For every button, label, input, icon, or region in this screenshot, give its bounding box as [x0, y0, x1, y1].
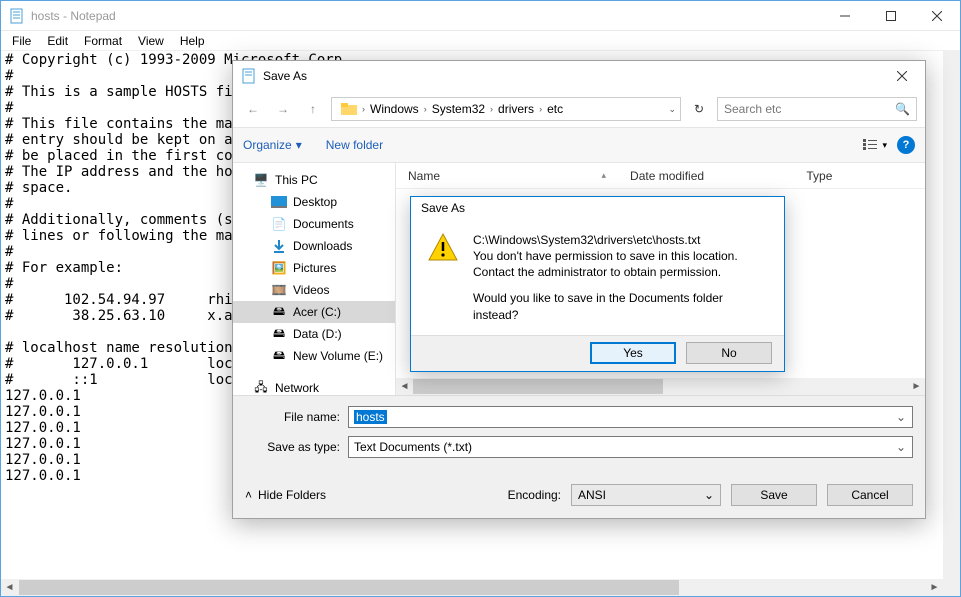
close-button[interactable]	[914, 1, 960, 30]
cancel-button[interactable]: Cancel	[827, 484, 913, 506]
tree-downloads[interactable]: Downloads	[233, 235, 395, 257]
menu-view[interactable]: View	[131, 32, 171, 50]
downloads-icon	[271, 238, 287, 254]
perm-path: C:\Windows\System32\drivers\etc\hosts.tx…	[473, 232, 768, 248]
perm-title: Save As	[411, 197, 784, 220]
search-placeholder: Search etc	[724, 102, 781, 116]
drive-icon: 🖴	[271, 326, 287, 342]
menu-edit[interactable]: Edit	[40, 32, 75, 50]
organize-button[interactable]: Organize ▾	[243, 138, 302, 152]
drive-icon: 🖴	[271, 304, 287, 320]
saveas-toolbar: Organize ▾ New folder ▾ ?	[233, 127, 925, 163]
tree-desktop[interactable]: Desktop	[233, 191, 395, 213]
saveas-bottom: File name: hosts Save as type: Text Docu…	[233, 395, 925, 518]
perm-line3: Would you like to save in the Documents …	[473, 290, 768, 322]
desktop-icon	[271, 194, 287, 210]
notepad-title: hosts - Notepad	[31, 9, 116, 23]
videos-icon: 🎞️	[271, 282, 287, 298]
saveas-close-button[interactable]	[879, 62, 925, 91]
path-segment[interactable]: drivers	[493, 102, 539, 116]
saveas-navbar: ← → ↑ › Windows› System32› drivers› etc …	[233, 91, 925, 127]
saveas-title: Save As	[263, 69, 307, 83]
tree-videos[interactable]: 🎞️Videos	[233, 279, 395, 301]
chevron-down-icon: ▾	[296, 138, 302, 152]
sort-indicator-icon: ▴	[602, 170, 607, 181]
new-folder-button[interactable]: New folder	[326, 138, 383, 152]
search-icon: 🔍	[895, 102, 910, 116]
no-button[interactable]: No	[686, 342, 772, 364]
nav-forward-button[interactable]: →	[271, 97, 295, 121]
vertical-scrollbar[interactable]	[943, 51, 960, 579]
hide-folders-button[interactable]: ˄Hide Folders	[245, 488, 326, 502]
pc-icon: 🖥️	[253, 172, 269, 188]
path-segment[interactable]: etc	[542, 102, 568, 116]
perm-message: C:\Windows\System32\drivers\etc\hosts.tx…	[473, 232, 768, 323]
minimize-button[interactable]	[822, 1, 868, 30]
filename-label: File name:	[245, 410, 340, 424]
path-segment[interactable]: Windows	[365, 102, 424, 116]
menu-file[interactable]: File	[5, 32, 38, 50]
scroll-right-icon[interactable]: ►	[908, 378, 925, 395]
perm-line1: You don't have permission to save in thi…	[473, 248, 768, 264]
chevron-up-icon: ˄	[245, 488, 252, 502]
col-date[interactable]: Date modified	[618, 169, 794, 183]
help-button[interactable]: ?	[897, 136, 915, 154]
tree-this-pc[interactable]: 🖥️This PC	[233, 169, 395, 191]
column-headers: Name▴ Date modified Type	[396, 163, 925, 189]
scroll-left-icon[interactable]: ◄	[396, 378, 413, 395]
encoding-label: Encoding:	[508, 488, 561, 502]
network-icon: 🖧	[253, 380, 269, 395]
folder-tree: 🖥️This PC Desktop 📄Documents Downloads 🖼…	[233, 163, 396, 395]
search-input[interactable]: Search etc 🔍	[717, 97, 917, 121]
notepad-menubar: File Edit Format View Help	[1, 31, 960, 51]
nav-back-button[interactable]: ←	[241, 97, 265, 121]
menu-help[interactable]: Help	[173, 32, 212, 50]
tree-network[interactable]: 🖧Network	[233, 377, 395, 395]
saveastype-select[interactable]: Text Documents (*.txt)	[348, 436, 913, 458]
refresh-button[interactable]: ↻	[687, 97, 711, 121]
pictures-icon: 🖼️	[271, 260, 287, 276]
filename-input[interactable]: hosts	[348, 406, 913, 428]
tree-data-d[interactable]: 🖴Data (D:)	[233, 323, 395, 345]
chevron-down-icon[interactable]: ⌄	[668, 104, 676, 115]
address-bar[interactable]: › Windows› System32› drivers› etc ⌄	[331, 97, 681, 121]
encoding-select[interactable]: ANSI	[571, 484, 721, 506]
scroll-thumb[interactable]	[19, 580, 679, 595]
notepad-icon	[9, 8, 25, 24]
scroll-right-icon[interactable]: ►	[926, 579, 943, 596]
perm-line2: Contact the administrator to obtain perm…	[473, 264, 768, 280]
scroll-corner	[943, 579, 960, 596]
documents-icon: 📄	[271, 216, 287, 232]
tree-newvol-e[interactable]: 🖴New Volume (E:)	[233, 345, 395, 367]
drive-icon: 🖴	[271, 348, 287, 364]
warning-icon	[427, 232, 459, 264]
tree-acer-c[interactable]: 🖴Acer (C:)	[233, 301, 395, 323]
col-name[interactable]: Name▴	[396, 169, 618, 183]
saveastype-label: Save as type:	[245, 440, 340, 454]
path-segment[interactable]: System32	[427, 102, 490, 116]
nav-up-button[interactable]: ↑	[301, 97, 325, 121]
scroll-thumb[interactable]	[413, 379, 663, 394]
notepad-titlebar: hosts - Notepad	[1, 1, 960, 31]
notepad-icon	[241, 68, 257, 84]
tree-documents[interactable]: 📄Documents	[233, 213, 395, 235]
save-button[interactable]: Save	[731, 484, 817, 506]
menu-format[interactable]: Format	[77, 32, 129, 50]
folder-icon	[336, 102, 362, 116]
scroll-left-icon[interactable]: ◄	[1, 579, 18, 596]
permission-dialog: Save As C:\Windows\System32\drivers\etc\…	[410, 196, 785, 372]
horizontal-scrollbar[interactable]: ◄ ►	[1, 579, 960, 596]
list-horizontal-scrollbar[interactable]: ◄ ►	[396, 378, 925, 395]
col-type[interactable]: Type	[794, 169, 925, 183]
maximize-button[interactable]	[868, 1, 914, 30]
yes-button[interactable]: Yes	[590, 342, 676, 364]
view-options-button[interactable]: ▾	[863, 139, 887, 151]
saveas-titlebar: Save As	[233, 61, 925, 91]
tree-pictures[interactable]: 🖼️Pictures	[233, 257, 395, 279]
